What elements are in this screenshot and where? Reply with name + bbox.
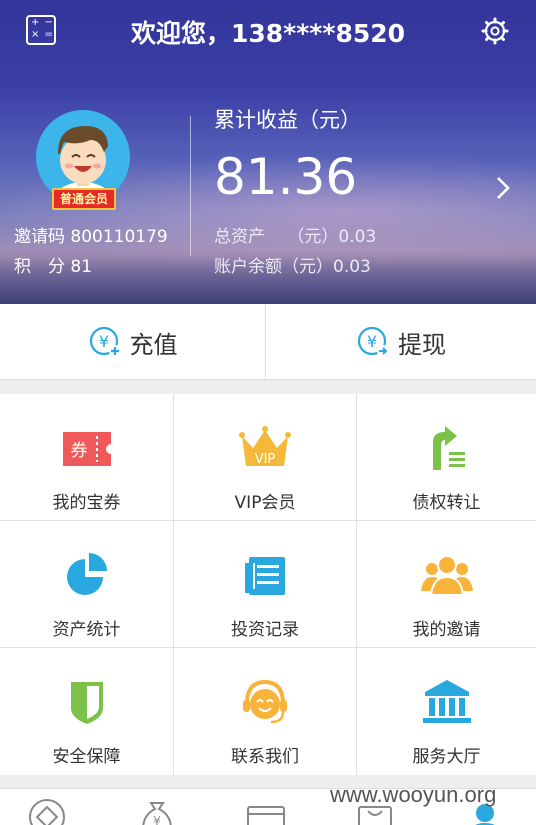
total-assets: 总资产 （元）0.03 [214, 227, 377, 247]
svg-text:VIP: VIP [255, 452, 276, 467]
crown-icon: VIP [239, 426, 291, 467]
invite-code: 邀请码 800110179 [14, 227, 168, 247]
grid-item-security[interactable]: 安全保障 [0, 648, 173, 775]
grid-item-my-invites[interactable]: 我的邀请 [357, 521, 536, 647]
home-icon[interactable] [27, 797, 67, 825]
grid-label: 服务大厅 [412, 747, 481, 767]
earnings-label: 累计收益（元） [214, 108, 361, 132]
chevron-right-icon[interactable] [490, 175, 514, 201]
fund-actions: ¥ 充值 ¥ 提现 [0, 304, 536, 380]
account-balance: 账户余额（元）0.03 [214, 257, 371, 277]
grid-label: 债权转让 [412, 493, 481, 513]
gear-icon[interactable] [480, 16, 510, 46]
shield-icon [70, 682, 103, 724]
watermark-text: www.wooyun.org [330, 782, 497, 807]
recharge-icon: ¥ [89, 326, 121, 357]
svg-text:券: 券 [70, 441, 87, 461]
bank-icon [422, 680, 471, 723]
withdraw-label: 提现 [398, 330, 446, 359]
svg-text:¥: ¥ [98, 332, 108, 351]
top-bar: 欢迎您，138****8520 [0, 0, 536, 62]
withdraw-button[interactable]: ¥ 提现 [266, 304, 536, 380]
feature-grid: 券 我的宝券 VIP VIP会员 债权转让 资产统计 投资记录 我的邀请 安全保… [0, 394, 536, 775]
record-icon [245, 557, 285, 595]
grid-label: VIP会员 [234, 493, 296, 513]
grid-label: 我的邀请 [412, 620, 481, 640]
grid-label: 投资记录 [231, 620, 299, 640]
headset-icon [243, 679, 287, 724]
grid-label: 资产统计 [52, 620, 121, 640]
grid-label: 联系我们 [231, 747, 299, 767]
grid-item-vip[interactable]: VIP VIP会员 [174, 394, 356, 520]
grid-label: 我的宝券 [52, 493, 121, 513]
recharge-button[interactable]: ¥ 充值 [0, 304, 265, 380]
pie-chart-icon [66, 553, 107, 595]
account-header: 欢迎您，138****8520 普通会员 邀请码 800110179 积 [0, 0, 536, 304]
coupon-icon: 券 [62, 432, 111, 466]
transfer-icon [432, 426, 465, 470]
withdraw-icon: ¥ [357, 326, 389, 357]
welcome-title: 欢迎您，138****8520 [130, 19, 406, 48]
svg-text:¥: ¥ [367, 332, 377, 351]
member-level-badge: 普通会员 [52, 188, 116, 210]
grid-label: 安全保障 [52, 747, 121, 767]
svg-text:¥: ¥ [153, 814, 161, 825]
header-divider [190, 116, 191, 256]
earnings-value[interactable]: 81.36 [214, 148, 357, 206]
card-icon[interactable] [246, 797, 286, 825]
recharge-label: 充值 [129, 330, 178, 359]
grid-item-service-hall[interactable]: 服务大厅 [357, 648, 536, 775]
money-bag-icon[interactable]: ¥ [137, 797, 177, 825]
grid-item-debt-transfer[interactable]: 债权转让 [357, 394, 536, 520]
points: 积 分 81 [14, 257, 93, 277]
grid-item-contact-us[interactable]: 联系我们 [174, 648, 356, 775]
grid-item-asset-stats[interactable]: 资产统计 [0, 521, 173, 647]
grid-item-coupons[interactable]: 券 我的宝券 [0, 394, 173, 520]
grid-item-invest-records[interactable]: 投资记录 [174, 521, 356, 647]
invite-users-icon [420, 555, 473, 596]
